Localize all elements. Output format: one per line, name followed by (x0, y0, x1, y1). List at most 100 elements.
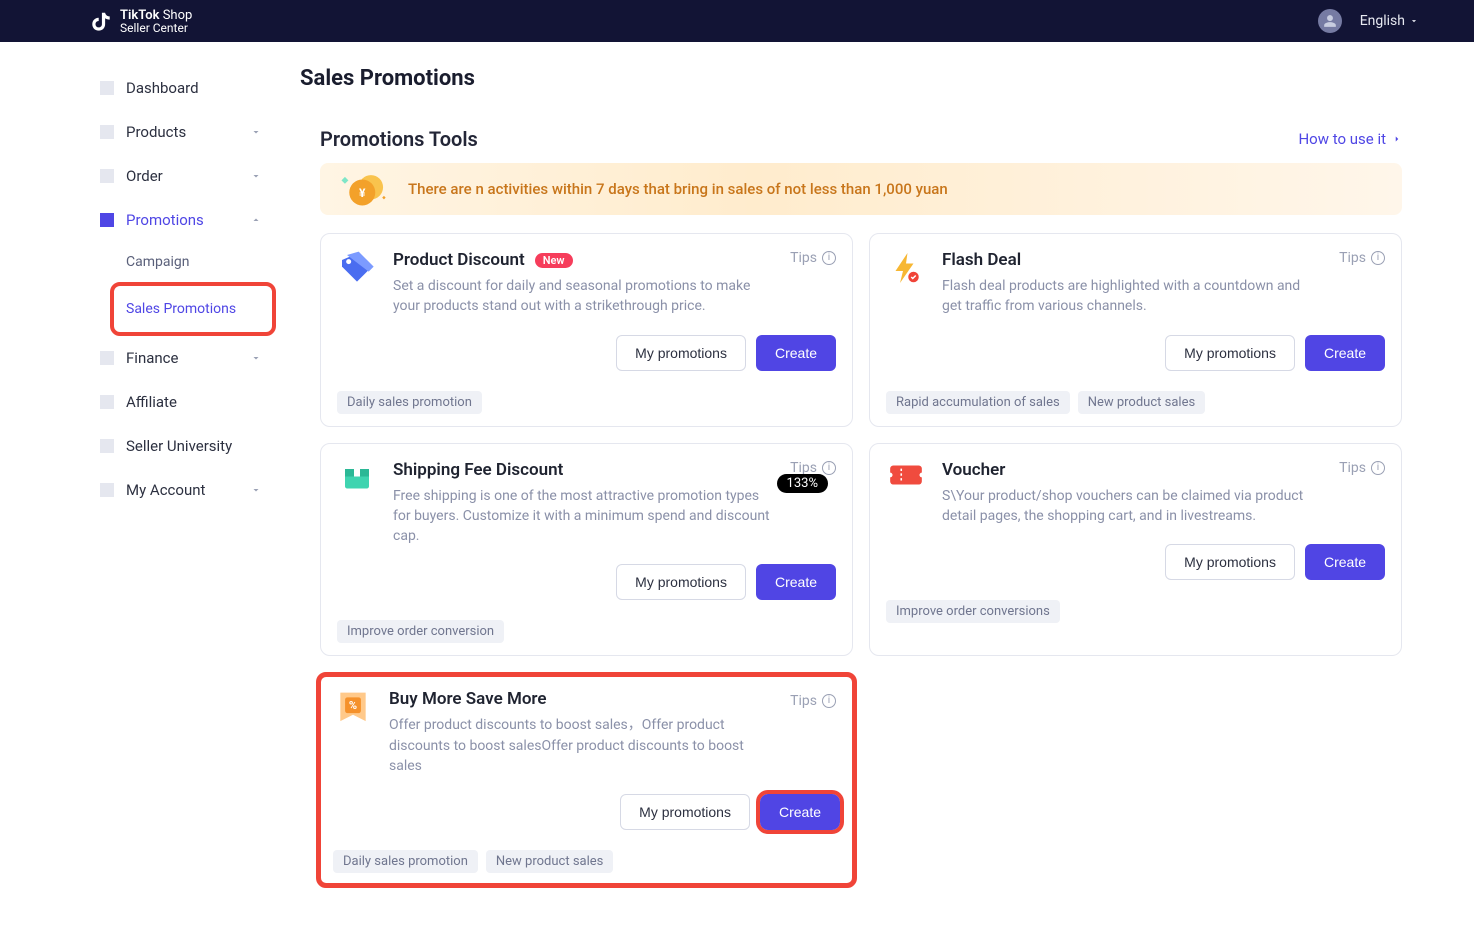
card-tag: New product sales (1078, 391, 1205, 414)
card-title: Buy More Save More (389, 689, 547, 709)
card-tag: Daily sales promotion (337, 391, 482, 414)
tips-label: Tips (790, 693, 817, 709)
card-description: Free shipping is one of the most attract… (393, 486, 773, 547)
my-promotions-button[interactable]: My promotions (1165, 335, 1295, 371)
svg-text:%: % (349, 700, 357, 713)
my-promotions-button[interactable]: My promotions (616, 335, 746, 371)
sidebar-item-label: Order (126, 167, 163, 185)
nav-bullet-icon (100, 483, 114, 497)
tags-icon (337, 250, 377, 290)
sidebar-item-dashboard[interactable]: Dashboard (100, 66, 270, 110)
main-content: Sales Promotions Promotions Tools How to… (280, 66, 1474, 928)
my-promotions-button[interactable]: My promotions (1165, 544, 1295, 580)
page-title: Sales Promotions (300, 66, 1402, 91)
percent-icon: % (333, 689, 373, 729)
card-tag: New product sales (486, 850, 613, 873)
sidebar-item-products[interactable]: Products (100, 110, 270, 154)
user-icon (1323, 14, 1337, 28)
sidebar-subitem-label: Sales Promotions (126, 301, 236, 317)
how-to-use-link[interactable]: How to use it (1298, 130, 1402, 148)
banner-text: There are n activities within 7 days tha… (408, 180, 948, 198)
create-button[interactable]: Create (756, 335, 836, 371)
card-tag: Improve order conversions (886, 600, 1060, 623)
language-label: English (1360, 13, 1405, 29)
info-icon: i (1371, 461, 1385, 475)
card-product-discount: Tips i Product Discount New (320, 233, 853, 427)
chevron-down-icon (250, 126, 262, 138)
card-title: Flash Deal (942, 250, 1021, 270)
sidebar-item-label: Affiliate (126, 393, 177, 411)
sidebar-item-label: Finance (126, 349, 178, 367)
sidebar-item-finance[interactable]: Finance (100, 336, 270, 380)
card-description: Set a discount for daily and seasonal pr… (393, 276, 773, 317)
tips-link[interactable]: Tips i (1339, 460, 1385, 476)
bolt-icon (886, 250, 926, 290)
chevron-down-icon (250, 352, 262, 364)
sidebar-subitem-label: Campaign (126, 254, 189, 270)
sidebar-item-my-account[interactable]: My Account (100, 468, 270, 512)
card-voucher: Tips i Voucher (869, 443, 1402, 657)
sidebar-item-order[interactable]: Order (100, 154, 270, 198)
card-shipping-fee-discount: Tips i Shipping Fee Discount (320, 443, 853, 657)
card-flash-deal: Tips i Flash Deal (869, 233, 1402, 427)
tips-link[interactable]: Tips i (790, 693, 836, 709)
cards-grid: Tips i Product Discount New (320, 233, 1402, 888)
card-title: Product Discount (393, 250, 525, 270)
chevron-down-icon (1409, 16, 1419, 26)
info-icon: i (1371, 251, 1385, 265)
tips-label: Tips (1339, 460, 1366, 476)
new-badge: New (535, 253, 573, 268)
sidebar-item-label: My Account (126, 481, 205, 499)
sidebar-item-label: Promotions (126, 211, 204, 229)
sidebar-item-seller-university[interactable]: Seller University (100, 424, 270, 468)
nav-bullet-icon (100, 351, 114, 365)
info-icon: i (822, 694, 836, 708)
tiktok-logo-icon (90, 10, 112, 32)
app-header: TikTok Shop Seller Center English (0, 0, 1474, 42)
avatar[interactable] (1318, 9, 1342, 33)
create-button[interactable]: Create (1305, 335, 1385, 371)
nav-bullet-icon (100, 125, 114, 139)
card-description: Flash deal products are highlighted with… (942, 276, 1322, 317)
card-tag: Daily sales promotion (333, 850, 478, 873)
chevron-down-icon (250, 484, 262, 496)
nav-bullet-icon (100, 169, 114, 183)
create-button[interactable]: Create (756, 564, 836, 600)
chevron-right-icon (1392, 134, 1402, 144)
my-promotions-button[interactable]: My promotions (616, 564, 746, 600)
section-title: Promotions Tools (320, 127, 478, 151)
sidebar-item-promotions[interactable]: Promotions (100, 198, 270, 242)
tips-link[interactable]: Tips i (790, 250, 836, 266)
sidebar: Dashboard Products Order Promotions (0, 66, 280, 928)
card-title: Shipping Fee Discount (393, 460, 563, 480)
sidebar-item-label: Products (126, 123, 186, 141)
info-icon: i (822, 251, 836, 265)
chevron-up-icon (250, 214, 262, 226)
activity-banner: ¥ There are n activities within 7 days t… (320, 163, 1402, 215)
nav-bullet-icon (100, 439, 114, 453)
zoom-badge: 133% (777, 474, 828, 493)
sidebar-item-affiliate[interactable]: Affiliate (100, 380, 270, 424)
logo: TikTok Shop Seller Center (90, 9, 192, 34)
svg-text:¥: ¥ (359, 186, 366, 200)
logo-text: TikTok Shop Seller Center (120, 9, 192, 34)
chevron-down-icon (250, 170, 262, 182)
nav-bullet-icon (100, 81, 114, 95)
create-button[interactable]: Create (760, 794, 840, 830)
how-to-use-label: How to use it (1298, 130, 1386, 148)
tips-link[interactable]: Tips i (1339, 250, 1385, 266)
sidebar-subitem-campaign[interactable]: Campaign (126, 242, 270, 282)
card-title: Voucher (942, 460, 1005, 480)
create-button[interactable]: Create (1305, 544, 1385, 580)
card-description: S\Your product/shop vouchers can be clai… (942, 486, 1322, 527)
card-description: Offer product discounts to boost sales，O… (389, 715, 769, 776)
card-tag: Improve order conversion (337, 620, 504, 643)
sidebar-subitem-sales-promotions[interactable]: Sales Promotions (110, 282, 276, 336)
nav-bullet-icon (100, 213, 114, 227)
my-promotions-button[interactable]: My promotions (620, 794, 750, 830)
language-switcher[interactable]: English (1360, 13, 1419, 29)
box-icon (337, 460, 377, 500)
nav-bullet-icon (100, 395, 114, 409)
sidebar-item-label: Seller University (126, 437, 232, 455)
card-buy-more-save-more: Tips i % Buy More Save More (316, 672, 857, 888)
